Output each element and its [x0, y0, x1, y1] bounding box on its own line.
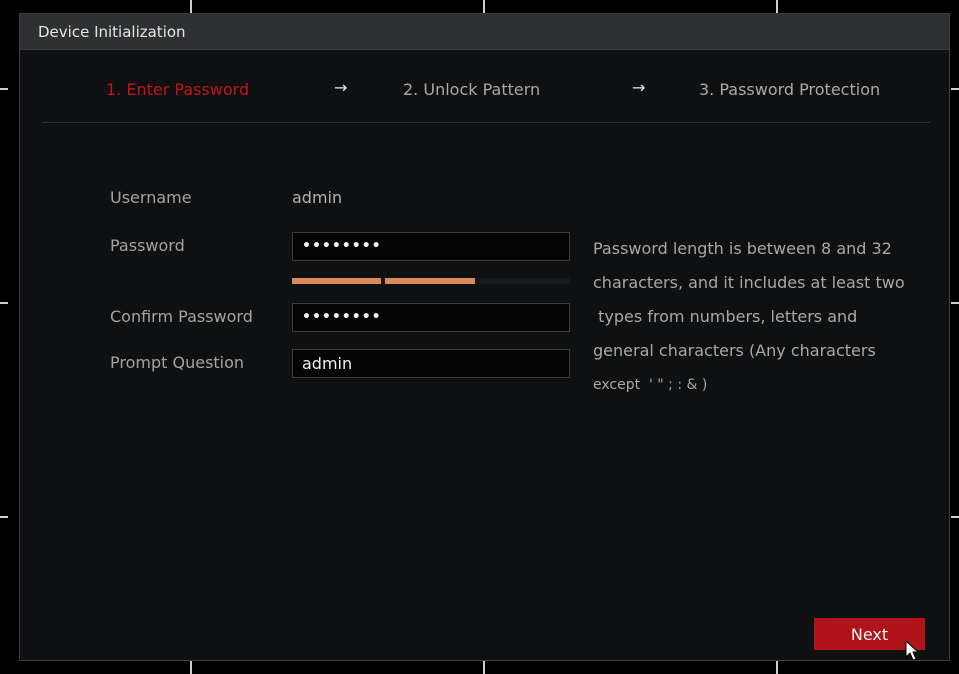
- prompt-question-input[interactable]: admin: [292, 349, 570, 378]
- hint-line: general characters (Any characters: [593, 341, 876, 360]
- frame-tick-right-1: [951, 88, 959, 90]
- frame-tick-top-3: [776, 0, 778, 14]
- frame-tick-bottom-1: [190, 660, 192, 674]
- prompt-question-label: Prompt Question: [110, 353, 245, 372]
- password-rules-hint: Password length is between 8 and 32 char…: [593, 232, 938, 402]
- password-label: Password: [110, 236, 185, 255]
- password-input[interactable]: ••••••••: [292, 232, 570, 261]
- hint-line: types from numbers, letters and: [593, 307, 858, 326]
- step-enter-password: 1. Enter Password: [106, 80, 250, 99]
- stepper-divider: [42, 122, 930, 123]
- frame-tick-left-2: [0, 302, 8, 304]
- confirm-password-label: Confirm Password: [110, 307, 253, 326]
- mouse-pointer-icon: [905, 640, 920, 661]
- step-unlock-pattern: 2. Unlock Pattern: [403, 80, 541, 99]
- frame-tick-right-3: [951, 516, 959, 518]
- frame-tick-left-3: [0, 516, 8, 518]
- hint-line: Password length is between 8 and 32: [593, 239, 892, 258]
- confirm-password-input[interactable]: ••••••••: [292, 303, 570, 332]
- hint-line: except ' " ; : & ): [593, 377, 708, 393]
- frame-tick-bottom-3: [776, 660, 778, 674]
- step-password-protection: 3. Password Protection: [699, 80, 881, 99]
- right-arrow-icon: →: [334, 78, 348, 97]
- frame-tick-right-2: [951, 302, 959, 304]
- hint-line: characters, and it includes at least two: [593, 273, 905, 292]
- device-initialization-dialog: Device Initialization 1. Enter Password …: [19, 13, 950, 661]
- right-arrow-icon: →: [632, 78, 646, 97]
- strength-segment-2: [385, 278, 475, 284]
- frame-tick-top-2: [483, 0, 485, 14]
- frame-tick-left-1: [0, 88, 8, 90]
- strength-segment-1: [292, 278, 381, 284]
- dialog-title-bar: Device Initialization: [20, 14, 949, 50]
- username-value: admin: [292, 188, 343, 207]
- frame-tick-top-1: [190, 0, 192, 14]
- password-strength-meter: [292, 278, 570, 284]
- username-label: Username: [110, 188, 192, 207]
- frame-tick-bottom-2: [483, 660, 485, 674]
- dialog-title: Device Initialization: [38, 23, 186, 41]
